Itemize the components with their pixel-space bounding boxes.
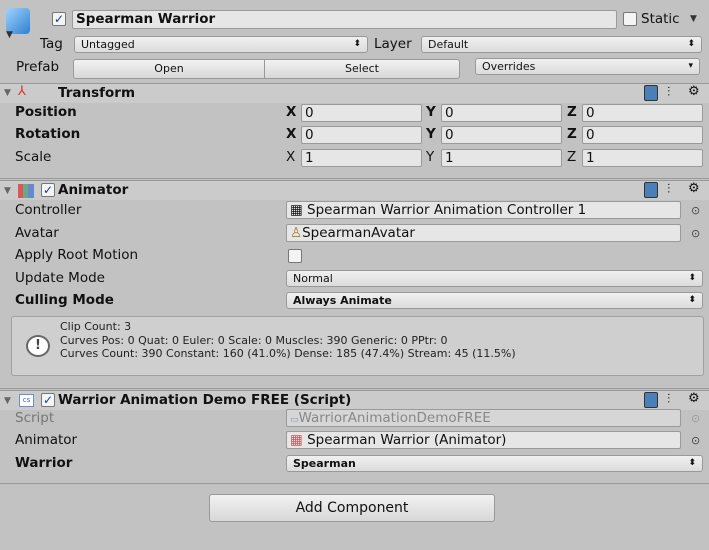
separator <box>0 178 709 179</box>
rotation-x-field[interactable]: 0 <box>301 126 422 144</box>
help-book-icon[interactable] <box>644 392 658 408</box>
layer-value: Default <box>428 38 469 51</box>
rotation-y-label[interactable]: Y <box>426 126 436 142</box>
scale-x-field[interactable]: 1 <box>301 149 422 167</box>
animator-foldout-arrow[interactable]: ▼ <box>4 186 11 196</box>
static-dropdown-arrow[interactable]: ▼ <box>690 14 697 24</box>
prefab-select-button[interactable]: Select <box>264 59 460 79</box>
update-mode-value: Normal <box>293 272 333 285</box>
script-value: WarriorAnimationDemoFREE <box>298 410 491 426</box>
tag-value: Untagged <box>81 38 135 51</box>
icon-dropdown-arrow[interactable]: ▼ <box>6 30 13 40</box>
info-text: Clip Count: 3 Curves Pos: 0 Quat: 0 Eule… <box>60 320 516 361</box>
transform-foldout-arrow[interactable]: ▼ <box>4 88 11 98</box>
prefab-label: Prefab <box>16 59 60 75</box>
static-checkbox[interactable] <box>623 12 637 26</box>
preset-sliders-icon[interactable]: ⫶ <box>667 182 670 197</box>
animator-ref-value: Spearman Warrior (Animator) <box>307 432 507 448</box>
transform-title: Transform <box>58 85 136 101</box>
object-picker-icon[interactable]: ⊙ <box>691 227 700 240</box>
position-label: Position <box>15 104 77 120</box>
animator-title: Animator <box>58 182 129 198</box>
info-line: Curves Count: 390 Constant: 160 (41.0%) … <box>60 347 516 360</box>
rotation-z-label[interactable]: Z <box>567 126 577 142</box>
rotation-z-field[interactable]: 0 <box>582 126 703 144</box>
settings-gear-icon[interactable]: ⚙ <box>688 181 700 196</box>
warrior-value: Spearman <box>293 457 356 470</box>
apply-root-motion-checkbox[interactable] <box>288 249 302 263</box>
layer-label: Layer <box>374 36 412 52</box>
name-field[interactable]: Spearman Warrior <box>72 10 617 29</box>
separator <box>0 388 709 389</box>
rotation-label: Rotation <box>15 126 81 142</box>
help-book-icon[interactable] <box>644 85 658 101</box>
update-mode-dropdown[interactable]: Normal ⬍ <box>286 270 703 287</box>
object-picker-icon: ⊙ <box>691 412 701 425</box>
apply-root-motion-label: Apply Root Motion <box>15 247 139 263</box>
culling-mode-label: Culling Mode <box>15 292 114 308</box>
transform-axis-icon: ⅄ <box>18 84 26 99</box>
position-y-field[interactable]: 0 <box>441 104 562 122</box>
position-x-field[interactable]: 0 <box>301 104 422 122</box>
animator-ref-field[interactable]: ▦ Spearman Warrior (Animator) <box>286 431 681 449</box>
script-file-icon: ▭ <box>290 415 299 425</box>
position-y-label[interactable]: Y <box>426 104 436 120</box>
controller-value: Spearman Warrior Animation Controller 1 <box>307 202 587 218</box>
static-label: Static <box>641 11 680 27</box>
culling-mode-dropdown[interactable]: Always Animate ⬍ <box>286 292 703 309</box>
object-picker-icon[interactable]: ⊙ <box>691 204 700 217</box>
overrides-dropdown[interactable]: Overrides ▾ <box>475 58 700 75</box>
update-mode-label: Update Mode <box>15 270 105 286</box>
preset-sliders-icon[interactable]: ⫶ <box>667 85 670 100</box>
preset-sliders-icon[interactable]: ⫶ <box>667 392 670 407</box>
script-enabled-checkbox[interactable]: ✓ <box>41 393 55 407</box>
active-checkbox[interactable]: ✓ <box>52 12 66 26</box>
controller-label: Controller <box>15 202 82 218</box>
tag-dropdown[interactable]: Untagged ⬍ <box>74 36 368 53</box>
animator-component-icon <box>18 184 34 198</box>
tag-label: Tag <box>40 36 63 52</box>
animator-enabled-checkbox[interactable]: ✓ <box>41 183 55 197</box>
info-icon: ! <box>26 335 50 357</box>
animator-icon: ▦ <box>290 432 303 448</box>
script-title: Warrior Animation Demo FREE (Script) <box>58 392 352 408</box>
scale-y-field[interactable]: 1 <box>441 149 562 167</box>
culling-mode-value: Always Animate <box>293 294 392 307</box>
scale-x-label[interactable]: X <box>286 149 295 165</box>
warrior-label: Warrior <box>15 455 73 471</box>
separator <box>0 483 709 484</box>
script-file-icon: cs <box>19 394 34 407</box>
position-z-label[interactable]: Z <box>567 104 577 120</box>
avatar-icon: ♙ <box>290 225 303 241</box>
rotation-x-label[interactable]: X <box>286 126 296 142</box>
script-label: Script <box>15 410 55 426</box>
layer-dropdown[interactable]: Default ⬍ <box>421 36 702 53</box>
position-x-label[interactable]: X <box>286 104 296 120</box>
scale-z-field[interactable]: 1 <box>582 149 703 167</box>
controller-field[interactable]: ▦ Spearman Warrior Animation Controller … <box>286 201 681 219</box>
add-component-button[interactable]: Add Component <box>209 494 495 522</box>
settings-gear-icon[interactable]: ⚙ <box>688 391 700 406</box>
rotation-y-field[interactable]: 0 <box>441 126 562 144</box>
avatar-label: Avatar <box>15 225 59 241</box>
warrior-dropdown[interactable]: Spearman ⬍ <box>286 455 703 472</box>
info-line: Curves Pos: 0 Quat: 0 Euler: 0 Scale: 0 … <box>60 333 448 347</box>
avatar-field[interactable]: ♙SpearmanAvatar <box>286 224 681 242</box>
script-foldout-arrow[interactable]: ▼ <box>4 396 11 406</box>
object-picker-icon[interactable]: ⊙ <box>691 434 700 447</box>
help-book-icon[interactable] <box>644 182 658 198</box>
scale-z-label[interactable]: Z <box>567 149 576 165</box>
info-line: Clip Count: 3 <box>60 320 132 333</box>
avatar-value: SpearmanAvatar <box>302 225 415 241</box>
position-z-field[interactable]: 0 <box>582 104 703 122</box>
animator-ref-label: Animator <box>15 432 78 448</box>
scale-label: Scale <box>15 149 52 165</box>
prefab-open-button[interactable]: Open <box>73 59 265 79</box>
scale-y-label[interactable]: Y <box>426 149 434 165</box>
script-field: ▭WarriorAnimationDemoFREE <box>286 409 681 427</box>
overrides-label: Overrides <box>482 60 536 73</box>
settings-gear-icon[interactable]: ⚙ <box>688 84 700 99</box>
